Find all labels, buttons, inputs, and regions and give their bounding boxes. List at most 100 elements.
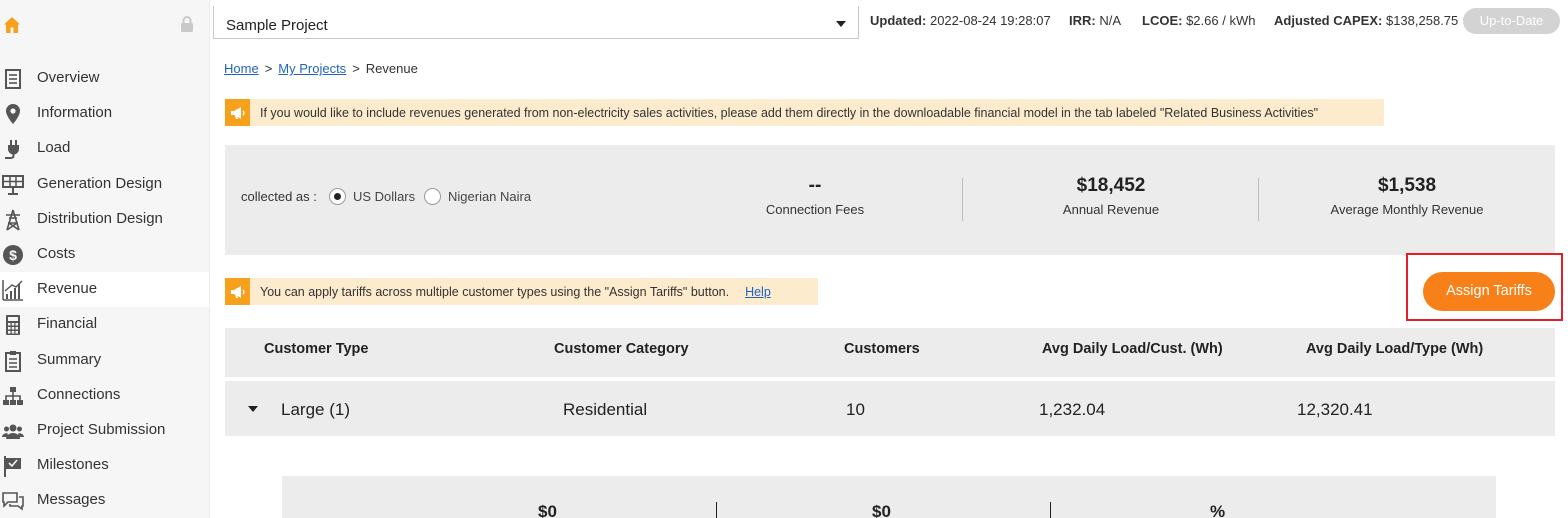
metric-value: $1,538 xyxy=(1377,175,1437,196)
cell-customers: 10 xyxy=(846,400,865,419)
chat-icon xyxy=(2,492,24,511)
sidebar-item-label: Messages xyxy=(37,491,106,508)
column-header-avg-load-per-type[interactable]: Avg Daily Load/Type (Wh) xyxy=(1306,341,1483,357)
assign-tariffs-button[interactable]: Assign Tariffs xyxy=(1423,272,1555,311)
sidebar-item-distribution-design[interactable]: Distribution Design xyxy=(0,202,209,237)
currency-label: US Dollars xyxy=(353,189,416,204)
sidebar-item-costs[interactable]: $ Costs xyxy=(0,237,209,272)
project-select[interactable]: Sample Project xyxy=(213,6,859,39)
tower-icon xyxy=(6,209,20,231)
network-icon xyxy=(3,387,23,405)
home-icon[interactable] xyxy=(3,16,21,34)
sidebar-item-financial[interactable]: Financial xyxy=(0,307,209,342)
tariff-value: $0 xyxy=(538,502,557,518)
sidebar-item-information[interactable]: Information xyxy=(0,96,209,131)
cell-customer-category: Residential xyxy=(563,400,648,419)
sidebar-item-label: Information xyxy=(37,104,113,121)
related-business-notice: If you would like to include revenues ge… xyxy=(225,99,1384,126)
flag-icon xyxy=(4,456,21,477)
lcoe-stat: LCOE: $2.66 / kWh xyxy=(1142,13,1256,28)
users-icon xyxy=(2,424,24,439)
expand-caret-icon[interactable] xyxy=(248,406,258,412)
cell-customer-type: Large (1) xyxy=(281,400,350,419)
currency-radio-naira[interactable]: Nigerian Naira xyxy=(424,188,531,205)
sidebar-item-messages[interactable]: Messages xyxy=(0,483,209,518)
cell-avg-load-per-customer: 1,232.04 xyxy=(1039,400,1106,419)
top-bar: Sample Project Updated: 2022-08-24 19:28… xyxy=(213,0,1568,40)
lock-icon[interactable] xyxy=(180,16,194,33)
sidebar-item-connections[interactable]: Connections xyxy=(0,378,209,413)
breadcrumb-separator: > xyxy=(352,61,360,76)
megaphone-icon xyxy=(225,99,250,126)
breadcrumb: Home > My Projects > Revenue xyxy=(224,61,418,76)
divider xyxy=(1050,502,1051,518)
sidebar-item-label: Overview xyxy=(37,69,100,86)
sidebar-item-revenue[interactable]: Revenue xyxy=(0,272,209,307)
radio-button-checked[interactable] xyxy=(329,188,346,205)
sidebar: Overview Information Load Generation Des… xyxy=(0,0,210,518)
plug-icon xyxy=(5,140,19,159)
divider xyxy=(716,502,717,518)
column-header-avg-load-per-customer[interactable]: Avg Daily Load/Cust. (Wh) xyxy=(1042,341,1223,357)
sidebar-item-generation-design[interactable]: Generation Design xyxy=(0,167,209,202)
notice-text: You can apply tariffs across multiple cu… xyxy=(260,284,730,299)
radio-button[interactable] xyxy=(424,188,441,205)
sidebar-item-milestones[interactable]: Milestones xyxy=(0,448,209,483)
sidebar-header xyxy=(0,0,210,50)
table-header: Customer Type Customer Category Customer… xyxy=(225,328,1555,377)
sidebar-item-label: Costs xyxy=(37,245,76,262)
cell-avg-load-per-type: 12,320.41 xyxy=(1297,400,1373,419)
map-pin-icon xyxy=(6,104,20,124)
sidebar-item-label: Financial xyxy=(37,315,98,332)
average-monthly-revenue-metric: $1,538 Average Monthly Revenue xyxy=(1259,175,1555,217)
dollar-coin-icon: $ xyxy=(3,245,23,265)
up-to-date-button[interactable]: Up-to-Date xyxy=(1463,8,1560,34)
sidebar-item-label: Connections xyxy=(37,386,121,403)
sidebar-item-label: Revenue xyxy=(37,280,98,297)
breadcrumb-current: Revenue xyxy=(365,61,418,76)
notice-text: If you would like to include revenues ge… xyxy=(260,105,1319,120)
column-header-customer-type[interactable]: Customer Type xyxy=(264,341,368,357)
sidebar-item-summary[interactable]: Summary xyxy=(0,343,209,378)
breadcrumb-separator: > xyxy=(264,61,273,76)
breadcrumb-home-link[interactable]: Home xyxy=(224,61,259,76)
capex-stat: Adjusted CAPEX: $138,258.75 xyxy=(1274,13,1459,28)
sidebar-item-label: Generation Design xyxy=(37,175,163,192)
help-link[interactable]: Help xyxy=(745,285,771,299)
assign-tariffs-notice: You can apply tariffs across multiple cu… xyxy=(225,278,818,305)
collected-as-label: collected as : xyxy=(241,189,317,204)
metric-value: $18,452 xyxy=(1076,175,1146,196)
table-row[interactable]: Large (1) Residential 10 1,232.04 12,320… xyxy=(225,381,1555,436)
column-header-customer-category[interactable]: Customer Category xyxy=(554,341,689,357)
currency-radio-usd[interactable]: US Dollars xyxy=(329,188,415,205)
metric-label: Average Monthly Revenue xyxy=(1330,202,1484,217)
document-icon xyxy=(5,351,21,372)
sidebar-item-load[interactable]: Load xyxy=(0,131,209,166)
megaphone-icon xyxy=(225,278,250,305)
sidebar-item-overview[interactable]: Overview xyxy=(0,61,209,96)
calculator-icon xyxy=(6,315,20,335)
metric-label: Annual Revenue xyxy=(1062,202,1160,217)
metric-label: Connection Fees xyxy=(765,202,865,217)
annual-revenue-metric: $18,452 Annual Revenue xyxy=(963,175,1259,217)
solar-panel-icon xyxy=(2,175,24,195)
overview-icon xyxy=(5,69,21,89)
breadcrumb-my-projects-link[interactable]: My Projects xyxy=(278,61,346,76)
bar-chart-icon xyxy=(2,280,23,301)
sidebar-item-label: Load xyxy=(37,139,71,156)
sidebar-item-project-submission[interactable]: Project Submission xyxy=(0,413,209,448)
irr-stat: IRR: N/A xyxy=(1069,13,1122,28)
column-header-customers[interactable]: Customers xyxy=(844,341,920,357)
tariff-percent: % xyxy=(1210,502,1226,518)
connection-fees-metric: -- Connection Fees xyxy=(667,175,963,217)
project-select-value: Sample Project xyxy=(226,17,328,34)
currency-label: Nigerian Naira xyxy=(448,189,532,204)
tariff-summary-panel: $0 $0 % xyxy=(282,476,1496,518)
sidebar-item-label: Distribution Design xyxy=(37,210,163,227)
sidebar-item-label: Project Submission xyxy=(37,421,166,438)
sidebar-item-label: Milestones xyxy=(37,456,109,473)
tariff-value: $0 xyxy=(872,502,891,518)
metric-value: -- xyxy=(808,175,822,196)
updated-stat: Updated: 2022-08-24 19:28:07 xyxy=(870,13,1051,28)
chevron-down-icon xyxy=(836,21,846,27)
